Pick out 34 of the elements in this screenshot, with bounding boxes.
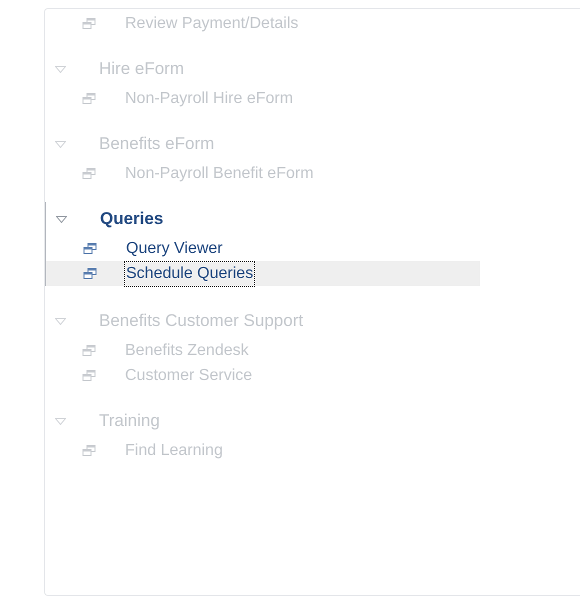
menu-item-row[interactable]: Customer Service (45, 363, 580, 388)
collapse-triangle-icon[interactable] (55, 418, 66, 424)
menu-item-link[interactable]: Non-Payroll Benefit eForm (124, 162, 315, 186)
menu-item-row[interactable]: Review Payment/Details (45, 11, 580, 36)
menu-item-link[interactable]: Review Payment/Details (124, 12, 300, 36)
menu-item-link[interactable]: Customer Service (124, 364, 254, 388)
menu-item-row[interactable]: Non-Payroll Hire eForm (45, 86, 580, 111)
windows-icon (83, 268, 97, 280)
windows-icon (82, 92, 96, 104)
menu-item-link[interactable]: Schedule Queries (125, 262, 254, 286)
section-header[interactable]: Training (99, 408, 160, 434)
collapse-triangle-icon[interactable] (55, 318, 66, 324)
collapse-triangle-icon[interactable] (56, 216, 67, 222)
section-header[interactable]: Benefits Customer Support (99, 308, 304, 334)
windows-icon (82, 168, 96, 180)
menu-item-row[interactable]: Non-Payroll Benefit eForm (45, 161, 580, 186)
menu-item-link[interactable]: Non-Payroll Hire eForm (124, 86, 294, 110)
windows-icon (82, 344, 96, 356)
windows-icon (82, 370, 96, 382)
menu-item-link[interactable]: Query Viewer (125, 236, 224, 260)
section-header[interactable]: Queries (100, 206, 164, 232)
section-header[interactable]: Hire eForm (99, 56, 184, 82)
section-header[interactable]: Benefits eForm (99, 131, 214, 157)
menu-item-row[interactable]: Benefits Zendesk (45, 338, 580, 363)
menu-item-row[interactable]: Schedule Queries (46, 261, 480, 286)
windows-icon (82, 444, 96, 456)
windows-icon (83, 242, 97, 254)
menu-item-row[interactable]: Find Learning (45, 438, 580, 463)
windows-icon (82, 18, 96, 30)
menu-item-link[interactable]: Find Learning (124, 438, 224, 462)
menu-item-link[interactable]: Benefits Zendesk (124, 338, 250, 362)
collapse-triangle-icon[interactable] (55, 66, 66, 72)
collapse-triangle-icon[interactable] (55, 140, 66, 148)
menu-item-row[interactable]: Query Viewer (46, 236, 580, 261)
